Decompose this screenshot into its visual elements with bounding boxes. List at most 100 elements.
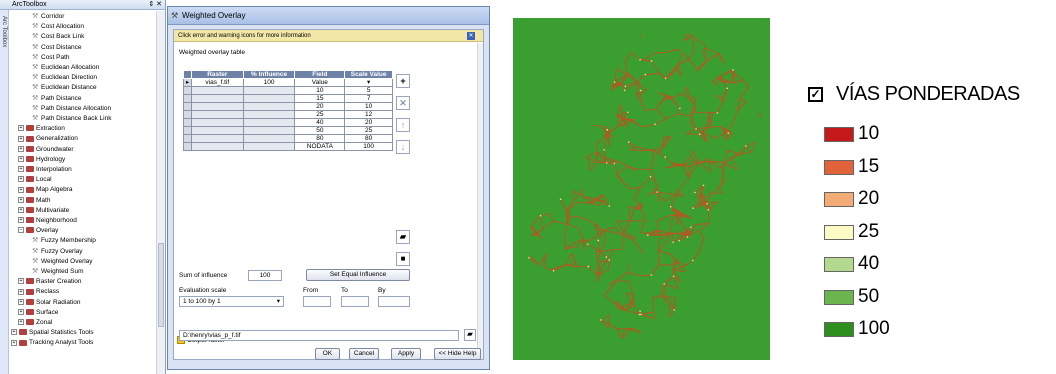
evaluation-scale-select[interactable]: 1 to 100 by 1 ▾ (179, 296, 284, 307)
hide-help-button[interactable]: << Hide Help (434, 348, 481, 360)
by-input[interactable] (378, 296, 410, 307)
toolbox-item[interactable]: + Groundwater (18, 145, 74, 154)
toolbox-item[interactable]: ⚒ Weighted Overlay (32, 257, 93, 266)
move-up-button[interactable]: ↑ (396, 118, 410, 132)
toolbox-item[interactable]: ⚒ Euclidean Allocation (32, 63, 99, 72)
raster-cell[interactable] (190, 126, 244, 135)
layer-visible-checkbox[interactable]: ✓ (808, 87, 823, 102)
raster-cell[interactable] (190, 110, 244, 119)
expand-icon[interactable]: + (18, 196, 24, 203)
field-cell[interactable]: NODATA (294, 142, 346, 151)
field-cell[interactable]: Value (294, 78, 346, 87)
influence-cell[interactable] (242, 102, 296, 111)
to-input[interactable] (341, 296, 369, 307)
field-cell[interactable]: 80 (294, 134, 346, 143)
toolbox-item[interactable]: + Neighborhood (18, 216, 77, 225)
toolbox-item[interactable]: ⚒ Cost Allocation (32, 22, 84, 31)
apply-button[interactable]: Apply (391, 348, 421, 360)
remove-raster-button[interactable]: ✕ (396, 96, 410, 110)
toolbox-item[interactable]: ⚒ Euclidean Distance (32, 83, 97, 92)
table-row[interactable]: 25 12 (183, 110, 393, 119)
raster-cell[interactable] (190, 134, 244, 143)
save-icon[interactable]: ■ (396, 252, 410, 266)
table-row[interactable]: 10 5 (183, 86, 393, 95)
scale-cell[interactable]: 12 (344, 110, 393, 119)
scale-cell[interactable]: 7 (344, 94, 393, 103)
expand-icon[interactable]: + (18, 278, 24, 285)
expand-icon[interactable]: + (18, 166, 24, 173)
toolbox-item[interactable]: + Tracking Analyst Tools (11, 338, 93, 347)
toolbox-item[interactable]: ⚒ Path Distance (32, 94, 81, 103)
table-row[interactable]: NODATA 100 (183, 142, 393, 151)
toolbox-item[interactable]: + Interpolation (18, 165, 72, 174)
table-row[interactable]: 40 20 (183, 118, 393, 127)
weighted-overlay-table[interactable]: Raster % Influence Field Scale Value ▸ v… (183, 70, 393, 151)
toolbox-item[interactable]: ⚒ Euclidean Direction (32, 73, 97, 82)
add-raster-button[interactable]: + (396, 74, 410, 88)
toolbox-item[interactable]: ⚒ Corridor (32, 12, 64, 21)
influence-cell[interactable] (242, 134, 296, 143)
table-row[interactable]: ▸ vias_f.tif 100 Value ▾ (183, 78, 393, 87)
field-cell[interactable]: 40 (294, 118, 346, 127)
expand-icon[interactable]: + (18, 207, 24, 214)
scale-cell[interactable]: 25 (344, 126, 393, 135)
toolbox-item[interactable]: + Hydrology (18, 155, 65, 164)
toolbox-item[interactable]: + Solar Radiation (18, 298, 80, 307)
toolbox-item[interactable]: + Extraction (18, 124, 65, 133)
toolbox-item[interactable]: + Math (18, 196, 50, 205)
toolbox-item[interactable]: ⚒ Path Distance Allocation (32, 104, 111, 113)
expand-icon[interactable]: + (18, 186, 24, 193)
expand-icon[interactable]: + (18, 319, 24, 326)
scale-cell[interactable]: 100 (344, 142, 393, 151)
table-row[interactable]: 50 25 (183, 126, 393, 135)
scale-cell[interactable]: 20 (344, 118, 393, 127)
raster-cell[interactable] (190, 94, 244, 103)
toolbox-item[interactable]: + Zonal (18, 318, 52, 327)
table-row[interactable]: 15 7 (183, 94, 393, 103)
influence-cell[interactable] (242, 126, 296, 135)
field-cell[interactable]: 15 (294, 94, 346, 103)
expand-icon[interactable]: + (11, 329, 17, 336)
influence-cell[interactable]: 100 (242, 78, 296, 87)
road-network-map[interactable] (513, 18, 770, 360)
toolbox-item[interactable]: + Surface (18, 308, 58, 317)
toolbox-item[interactable]: + Map Algebra (18, 185, 73, 194)
influence-cell[interactable] (242, 142, 296, 151)
toolbox-item[interactable]: + Spatial Statistics Tools (11, 328, 94, 337)
info-bar-close-icon[interactable]: ✕ (467, 32, 475, 40)
expand-icon[interactable]: + (18, 145, 24, 152)
toolbox-item[interactable]: + Local (18, 175, 52, 184)
expand-icon[interactable]: + (11, 339, 17, 346)
row-selector[interactable] (183, 94, 192, 103)
expand-icon[interactable]: + (18, 298, 24, 305)
scale-cell[interactable]: ▾ (344, 78, 393, 87)
toolbox-item[interactable]: ⚒ Cost Distance (32, 43, 81, 52)
move-down-button[interactable]: ↓ (396, 140, 410, 154)
expand-icon[interactable]: + (18, 135, 24, 142)
row-selector[interactable] (183, 134, 192, 143)
collapse-icon[interactable]: − (18, 227, 24, 234)
expand-icon[interactable]: + (18, 176, 24, 183)
dialog-scrollbar[interactable] (477, 43, 483, 359)
raster-cell[interactable] (190, 118, 244, 127)
toolbox-scrollbar[interactable] (156, 11, 165, 374)
expand-icon[interactable]: + (18, 125, 24, 132)
toolbox-item[interactable]: ⚒ Path Distance Back Link (32, 114, 111, 123)
side-tab-label[interactable]: Arc Toolbox (1, 16, 7, 47)
row-selector[interactable] (183, 142, 192, 151)
side-tab-strip[interactable]: Arc Toolbox (0, 10, 9, 374)
influence-cell[interactable] (242, 94, 296, 103)
toolbox-item[interactable]: − Overlay (18, 226, 58, 235)
open-folder-icon[interactable]: ▰ (396, 230, 410, 244)
set-equal-influence-button[interactable]: Set Equal Influence (306, 269, 410, 281)
output-raster-input[interactable]: D:\henry\vias_p_f.tif (179, 330, 459, 341)
row-selector[interactable] (183, 126, 192, 135)
ok-button[interactable]: OK (315, 348, 340, 360)
toolbox-item[interactable]: ⚒ Fuzzy Overlay (32, 247, 83, 256)
browse-folder-icon[interactable]: ▰ (464, 329, 476, 341)
toolbox-item[interactable]: ⚒ Cost Back Link (32, 32, 84, 41)
scale-cell[interactable]: 5 (344, 86, 393, 95)
row-selector-icon[interactable]: ▸ (183, 78, 192, 87)
table-row[interactable]: 80 80 (183, 134, 393, 143)
raster-cell[interactable] (190, 86, 244, 95)
